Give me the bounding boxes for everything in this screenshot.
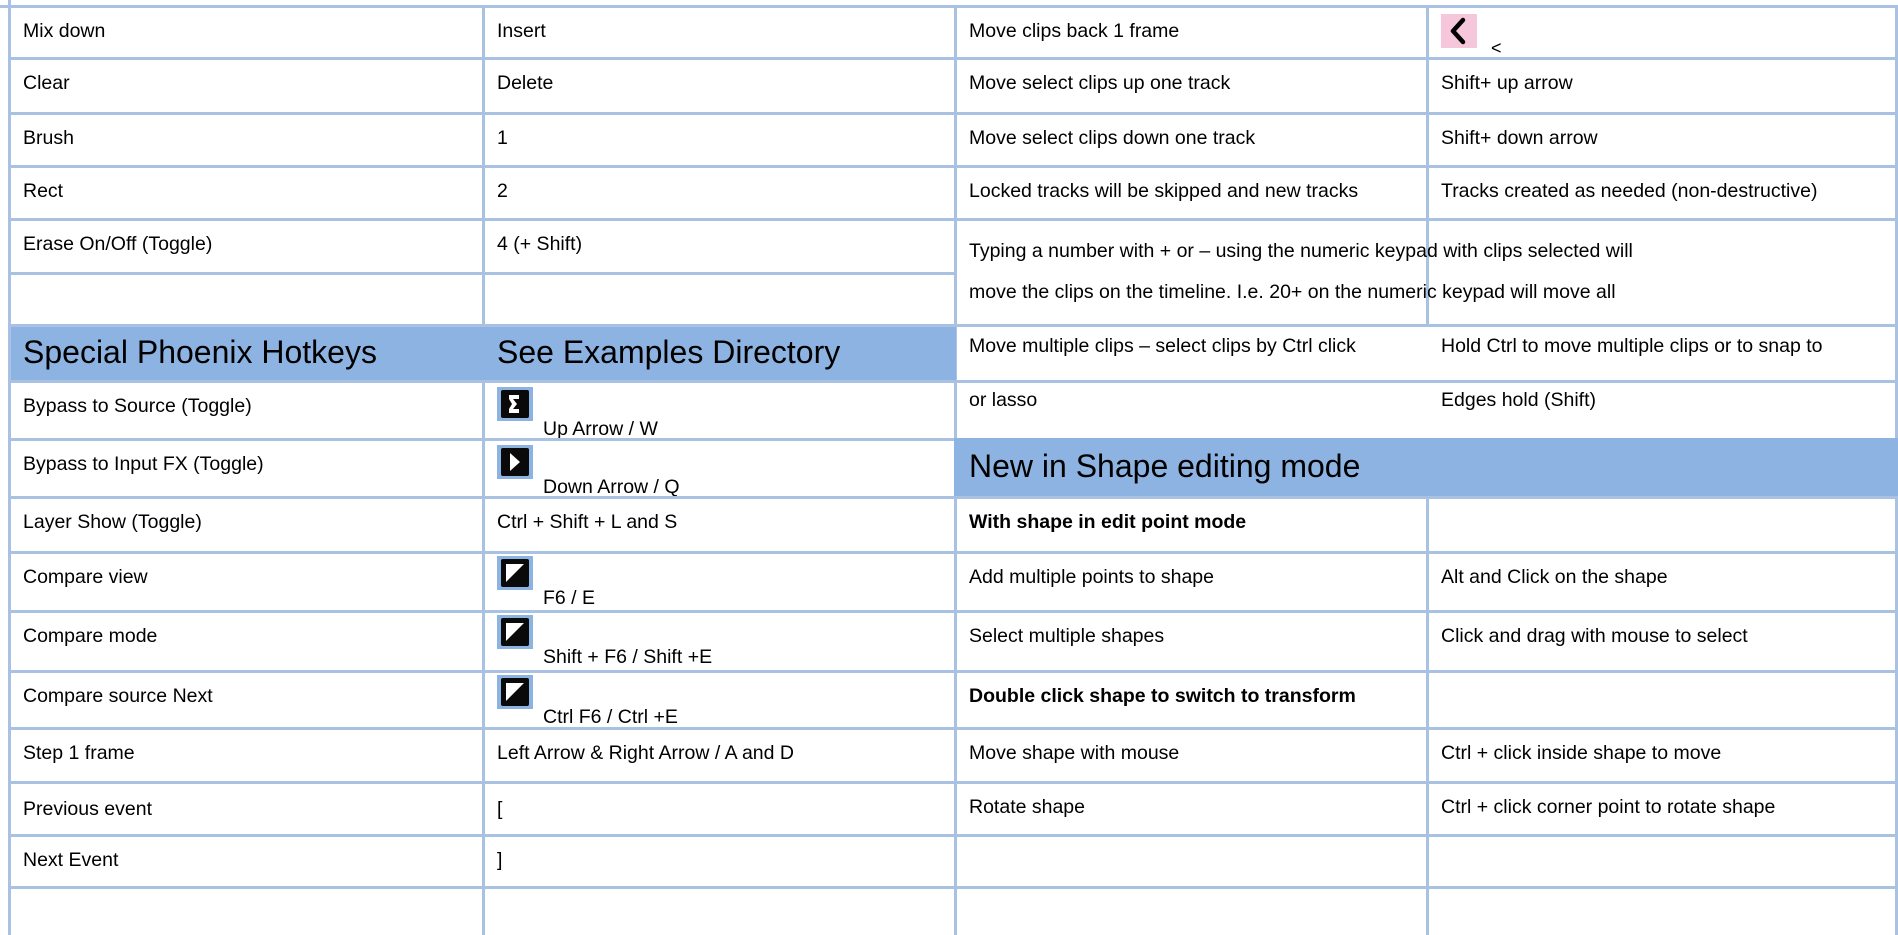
hotkey-action: or lasso: [969, 389, 1038, 411]
hotkey-key: [: [497, 798, 503, 820]
hotkey-key: Ctrl + click corner point to rotate shap…: [1441, 796, 1776, 818]
hotkey-key: Ctrl + click inside shape to move: [1441, 742, 1722, 764]
grid-line: [954, 834, 1898, 837]
hotkey-action: Double click shape to switch to transfor…: [969, 685, 1356, 707]
section-header: Special Phoenix Hotkeys: [11, 327, 482, 380]
hotkey-key: Down Arrow / Q: [543, 476, 680, 496]
hotkey-action: Move select clips down one track: [969, 127, 1256, 149]
hotkey-key-cell: <: [1429, 8, 1895, 57]
hotkey-action: Erase On/Off (Toggle): [23, 233, 213, 255]
hotkey-key: [1429, 673, 1895, 727]
hotkey-key: Shift+ down arrow: [1441, 127, 1598, 149]
hotkey-key: 2: [497, 180, 508, 202]
hotkey-key: Delete: [497, 72, 554, 94]
hotkey-key: Shift+ up arrow: [1441, 72, 1573, 94]
hotkey-action: Move multiple clips – select clips by Ct…: [969, 335, 1356, 357]
hotkey-key: Up Arrow / W: [543, 418, 658, 438]
grid-line: [8, 886, 956, 889]
compare-icon: [497, 675, 533, 709]
hotkey-action: Move shape with mouse: [969, 742, 1180, 764]
hotkey-action: Bypass to Input FX (Toggle): [23, 453, 264, 475]
bypass-source-icon: [497, 387, 533, 421]
hotkey-key-cell: F6 / E: [485, 554, 954, 610]
chevron-left-icon: [1441, 14, 1477, 48]
hotkey-key-cell: Shift + F6 / Shift +E: [485, 613, 954, 670]
hotkey-action: Brush: [23, 127, 74, 149]
hotkey-action: Rect: [23, 180, 64, 202]
hotkey-action: Locked tracks will be skipped and new tr…: [969, 180, 1359, 202]
keypad-note: Typing a number with + or – using the nu…: [969, 240, 1633, 324]
hotkey-key: 4 (+ Shift): [497, 233, 583, 255]
hotkey-action: Mix down: [23, 20, 106, 42]
hotkey-key: 1: [497, 127, 508, 149]
hotkey-action: Step 1 frame: [23, 742, 135, 764]
hotkey-action: Move clips back 1 frame: [969, 20, 1180, 42]
hotkey-key: F6 / E: [543, 587, 596, 609]
compare-icon: [497, 556, 533, 590]
hotkey-action: Add multiple points to shape: [969, 566, 1214, 588]
hotkey-key: Ctrl F6 / Ctrl +E: [543, 706, 678, 727]
hotkey-key: Insert: [497, 20, 546, 42]
section-header: See Examples Directory: [482, 327, 956, 380]
hotkey-key-cell: Ctrl F6 / Ctrl +E: [485, 673, 954, 727]
hotkey-action: Move select clips up one track: [969, 72, 1231, 94]
hotkey-key: Edges hold (Shift): [1441, 389, 1597, 411]
compare-icon: [497, 615, 533, 649]
hotkey-action: Clear: [23, 72, 70, 94]
hotkey-key: <: [1491, 38, 1502, 57]
hotkey-action: Previous event: [23, 798, 152, 820]
hotkey-key: Click and drag with mouse to select: [1441, 625, 1748, 647]
hotkey-reference-sheet: Mix down Insert Clear Delete Brush 1 Rec…: [0, 0, 1898, 935]
hotkey-key: Ctrl + Shift + L and S: [497, 511, 678, 533]
grid-line: [8, 272, 956, 275]
grid-line: [954, 886, 1898, 889]
bypass-input-icon: [497, 445, 533, 479]
hotkey-key: Hold Ctrl to move multiple clips or to s…: [1441, 335, 1823, 357]
hotkey-key: Shift + F6 / Shift +E: [543, 646, 713, 668]
hotkey-action: Rotate shape: [969, 796, 1086, 818]
hotkey-key: Left Arrow & Right Arrow / A and D: [497, 742, 794, 764]
hotkey-action: With shape in edit point mode: [969, 511, 1247, 533]
hotkey-action: Layer Show (Toggle): [23, 511, 202, 533]
hotkey-action: Next Event: [23, 849, 119, 871]
hotkey-action: Bypass to Source (Toggle): [23, 395, 252, 417]
hotkey-key: ]: [497, 849, 503, 871]
hotkey-key: [1429, 499, 1895, 551]
hotkey-action: Compare view: [23, 566, 148, 588]
hotkey-key-cell: Down Arrow / Q: [485, 441, 954, 496]
hotkey-action: Compare source Next: [23, 685, 213, 707]
hotkey-action: Compare mode: [23, 625, 158, 647]
section-header: New in Shape editing mode: [954, 438, 1898, 496]
hotkey-key-cell: Up Arrow / W: [485, 383, 954, 438]
hotkey-key: Alt and Click on the shape: [1441, 566, 1668, 588]
hotkey-action: Select multiple shapes: [969, 625, 1165, 647]
hotkey-key: Tracks created as needed (non-destructiv…: [1441, 180, 1818, 202]
